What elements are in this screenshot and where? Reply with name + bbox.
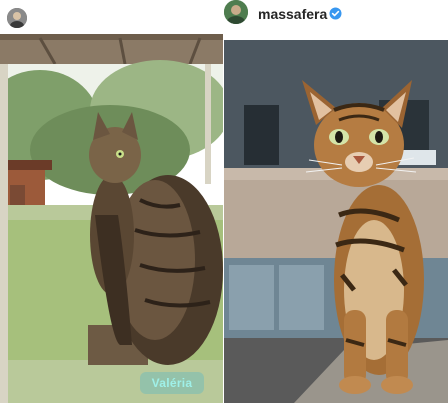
post-panel: massafera [224,0,448,403]
profile-avatar-icon [7,8,27,28]
story-header: caiocastro 21h [0,0,223,34]
mention-sticker[interactable]: Valéria [140,372,204,394]
story-progress-bar [4,2,219,4]
close-icon[interactable] [205,9,219,23]
story-avatar[interactable] [6,7,28,29]
story-photo [0,0,223,403]
story-username[interactable]: caiocastro [32,11,82,22]
post-username[interactable]: massafera [258,6,327,22]
story-timestamp: 21h [80,11,97,22]
verified-badge-icon [329,7,342,20]
post-header: massafera [224,0,448,32]
mention-sticker-label: Valéria [151,376,193,390]
story-progress-fill [4,2,80,4]
post-avatar[interactable] [224,0,248,24]
post-photo[interactable] [224,40,448,403]
story-panel: caiocastro 21h Valéria [0,0,223,403]
profile-avatar-icon [224,0,248,24]
